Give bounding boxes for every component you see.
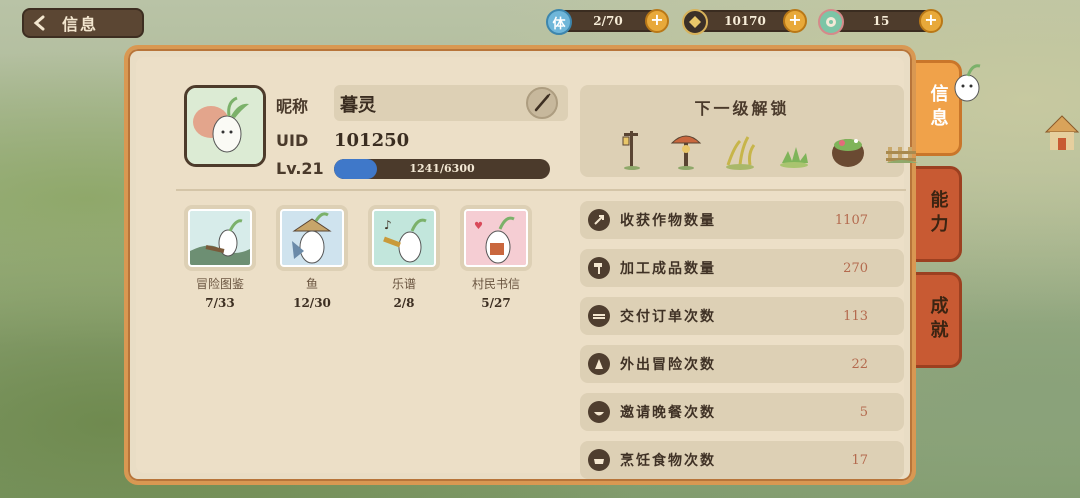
back-button[interactable]: 信息 [22,8,144,38]
adventure-icon [588,353,610,375]
collection-adventure-book[interactable]: 冒险图鉴 7/33 [184,205,256,310]
collection-name: 乐谱 [391,277,416,291]
wheat-plant-icon [726,136,756,170]
chevron-left-icon [33,15,45,31]
edit-nickname-button[interactable] [526,87,558,119]
stat-label: 交付订单次数 [620,309,716,325]
avatar[interactable] [184,85,266,167]
gem-icon [818,9,844,35]
stat-label: 外出冒险次数 [620,357,716,373]
section-divider [176,189,906,191]
stamina-counter: 体 2/70 + [546,9,669,35]
uid-value: 101250 [334,130,410,151]
collection-count: 7/33 [205,296,235,310]
collection-fish[interactable]: 鱼 12/30 [276,205,348,310]
level-label: Lv.21 [276,159,324,178]
stat-value: 1107 [834,212,868,228]
stat-cooking: 烹饪食物次数 17 [580,441,904,479]
coin-icon [682,9,708,35]
fish-icon [282,211,342,265]
order-icon [588,305,610,327]
hammer-icon [588,257,610,279]
grass-plant-icon [780,147,808,168]
mushroom-lamp-icon [670,135,702,170]
stat-dinner-invites: 邀请晚餐次数 5 [580,393,904,431]
collection-count: 2/8 [393,296,415,310]
coin-counter: 10170 + [682,9,807,35]
collection-name: 冒险图鉴 [195,277,244,291]
stat-adventures: 外出冒险次数 22 [580,345,904,383]
tab-achievements[interactable]: 成就 [916,272,962,368]
add-gem-button[interactable]: + [919,9,943,33]
nickname-label: 昵称 [276,97,309,116]
next-level-unlock: 下一级解锁 [580,85,918,177]
hut-icon [1044,115,1080,150]
stat-label: 烹饪食物次数 [620,453,716,469]
svg-text:♥: ♥ [474,221,483,232]
lamp-post-icon [622,131,640,170]
stat-value: 22 [851,356,868,372]
stat-processed-goods: 加工成品数量 270 [580,249,904,287]
info-panel: 昵称 暮灵 UID 101250 Lv.21 1241/6300 下一级解锁 冒… [124,45,918,485]
collection-count: 12/30 [293,296,331,310]
stat-value: 5 [859,404,868,420]
xp-progress-bar: 1241/6300 [334,159,550,179]
stamina-value: 2/70 [593,14,623,28]
back-label: 信息 [62,15,99,34]
cooking-icon [588,449,610,471]
tab-abilities[interactable]: 能力 [916,166,962,262]
dinner-icon [588,401,610,423]
harvest-icon [588,209,610,231]
stat-value: 270 [843,260,868,276]
xp-text: 1241/6300 [409,162,475,175]
stat-harvest-crops: 收获作物数量 1107 [580,201,904,239]
nickname-value: 暮灵 [340,95,376,116]
stat-label: 收获作物数量 [620,213,716,229]
adventure-book-icon [190,211,250,265]
collection-music-sheets[interactable]: ♪ 乐谱 2/8 [368,205,440,310]
gem-value: 15 [872,14,890,28]
add-coin-button[interactable]: + [783,9,807,33]
mascot-icon [954,64,981,102]
stat-orders-delivered: 交付订单次数 113 [580,297,904,335]
uid-label: UID [276,131,309,150]
unlock-title: 下一级解锁 [694,99,790,118]
add-stamina-button[interactable]: + [645,9,669,33]
pen-icon [534,93,551,112]
gem-counter: 15 + [818,9,943,35]
stat-value: 113 [843,308,868,324]
stat-label: 邀请晚餐次数 [620,405,716,421]
svg-text:♪: ♪ [384,218,392,232]
letter-icon: ♥ [466,211,526,265]
stat-value: 17 [851,452,868,468]
stamina-icon: 体 [546,9,572,35]
collection-name: 鱼 [305,277,318,291]
collection-villager-letters[interactable]: ♥ 村民书信 5/27 [460,205,532,310]
fence-icon [886,147,918,163]
stat-label: 加工成品数量 [620,261,716,277]
music-note-icon: ♪ [374,211,434,265]
collection-name: 村民书信 [471,277,520,291]
collection-count: 5/27 [481,296,511,310]
coin-value: 10170 [724,14,766,28]
herb-bowl-icon [832,139,864,167]
